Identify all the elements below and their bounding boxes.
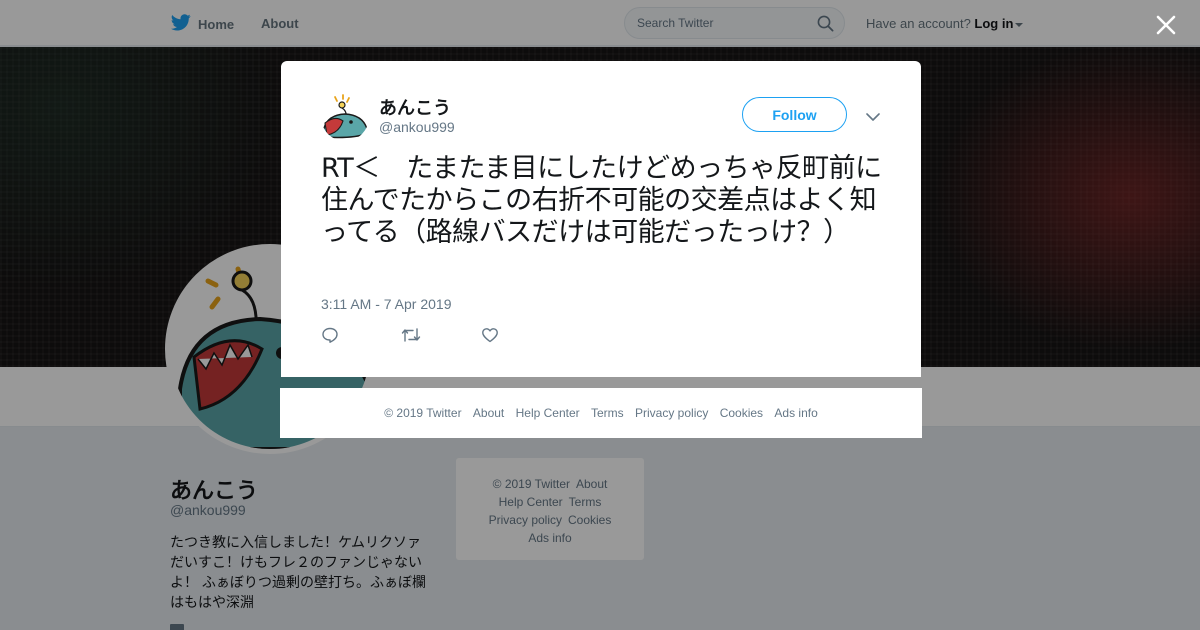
tweet-author-handle[interactable]: @ankou999 xyxy=(379,119,455,135)
reply-button[interactable] xyxy=(321,327,401,347)
modal-footer-copyright: © 2019 Twitter xyxy=(384,406,462,420)
modal-footer-cookies-link[interactable]: Cookies xyxy=(720,406,763,420)
tweet-timestamp[interactable]: 3:11 AM - 7 Apr 2019 xyxy=(321,296,452,312)
heart-icon xyxy=(481,326,499,349)
modal-footer-about-link[interactable]: About xyxy=(473,406,504,420)
modal-footer-ads-link[interactable]: Ads info xyxy=(774,406,817,420)
follow-button[interactable]: Follow xyxy=(742,97,847,132)
retweet-icon xyxy=(401,326,421,349)
tweet-modal: あんこう @ankou999 Follow RT＜ たまたま目にしたけどめっちゃ… xyxy=(281,61,921,377)
tweet-author-avatar[interactable] xyxy=(321,93,369,141)
modal-footer-help-link[interactable]: Help Center xyxy=(516,406,580,420)
modal-footer: © 2019 Twitter About Help Center Terms P… xyxy=(280,388,922,438)
tweet-text: RT＜ たまたま目にしたけどめっちゃ反町前に住んでたからこの右折不可能の交差点は… xyxy=(321,153,882,248)
chevron-down-icon[interactable] xyxy=(866,109,880,127)
tweet-author-name[interactable]: あんこう xyxy=(379,94,451,120)
modal-footer-privacy-link[interactable]: Privacy policy xyxy=(635,406,708,420)
retweet-button[interactable] xyxy=(401,327,481,347)
reply-icon xyxy=(321,326,339,349)
like-button[interactable] xyxy=(481,327,561,347)
modal-footer-terms-link[interactable]: Terms xyxy=(591,406,624,420)
tweet-actions xyxy=(321,327,561,347)
close-icon[interactable] xyxy=(1155,14,1177,36)
